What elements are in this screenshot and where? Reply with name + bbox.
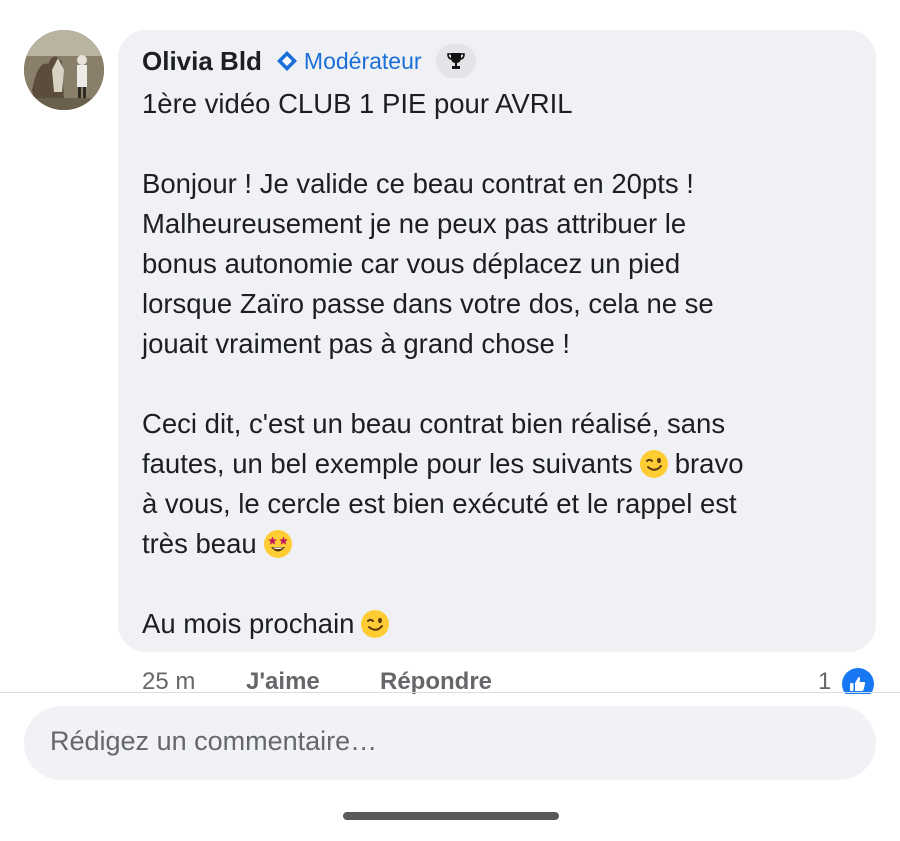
comment-line-with-emoji: Au mois prochain [142,604,862,644]
comment-line: bonus autonomie car vous déplacez un pie… [142,248,681,279]
moderator-diamond-icon [276,50,298,72]
home-indicator[interactable] [343,812,559,820]
comment-line-text: fautes, un bel exemple pour les suivants [142,448,633,479]
comment-line: Bonjour ! Je valide ce beau contrat en 2… [142,168,694,199]
comment-timestamp[interactable]: 25 m [142,668,195,694]
comment-line-with-emoji: fautes, un bel exemple pour les suivants… [142,444,862,484]
wink-emoji-icon [639,449,669,479]
trophy-badge[interactable] [435,44,476,78]
moderator-badge[interactable]: Modérateur [276,48,422,75]
comment-line-with-emoji: très beau [142,524,862,564]
comment-line: lorsque Zaïro passe dans votre dos, cela… [142,288,714,319]
star-struck-emoji-icon [263,529,293,559]
comment-line: jouait vraiment pas à grand chose ! [142,328,571,359]
comment-input-placeholder[interactable]: Rédigez un commentaire… [50,726,377,757]
reply-button[interactable]: Répondre [380,668,492,694]
comment-actions: 25 m J'aime Répondre 1 [142,668,882,694]
comment-spacer [142,364,862,404]
badge-label: Modérateur [303,47,422,74]
avatar[interactable] [24,30,104,110]
comment-spacer [142,124,862,164]
comment-line-text: bravo [674,448,744,479]
thumbs-up-icon[interactable] [842,668,874,694]
comment-line: à vous, le cercle est bien exécuté et le… [142,488,737,519]
comment-spacer [142,564,862,604]
divider [0,692,900,693]
comment-bubble: Olivia Bld Modérateur 1ère vidéo CLUB 1 … [118,30,876,652]
comment-input[interactable]: Rédigez un commentaire… [24,706,876,780]
comment-line: 1ère vidéo CLUB 1 PIE pour AVRIL [142,88,573,119]
comment-header: Olivia Bld Modérateur [142,44,476,78]
comment-line-text: très beau [142,528,257,559]
like-button[interactable]: J'aime [246,668,320,694]
comment-line: Malheureusement je ne peux pas attribuer… [142,208,687,239]
author-name[interactable]: Olivia Bld [142,46,262,77]
comment-line-text: Au mois prochain [142,608,355,639]
comment-text: 1ère vidéo CLUB 1 PIE pour AVRIL Bonjour… [142,84,862,644]
wink-emoji-icon [360,609,390,639]
comment-line: Ceci dit, c'est un beau contrat bien réa… [142,408,726,439]
trophy-icon [446,51,466,71]
reaction-count[interactable]: 1 [818,668,831,694]
